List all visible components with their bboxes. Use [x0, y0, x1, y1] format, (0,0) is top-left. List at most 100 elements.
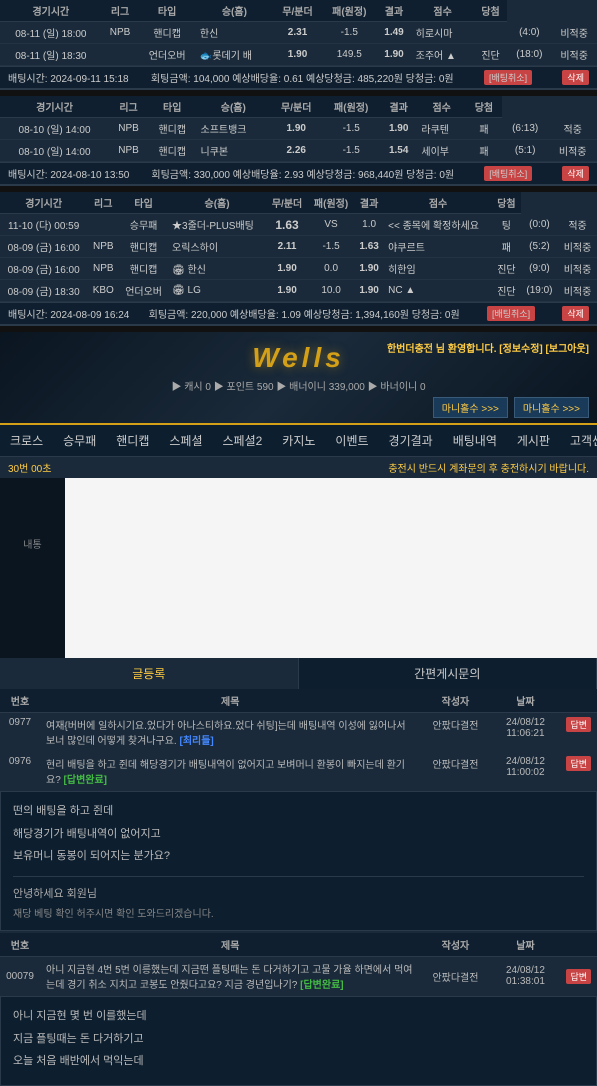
match-time: 08-11 (일) 18:30 — [0, 44, 102, 66]
team-home: 🏟 한신 — [168, 258, 266, 280]
odds-home: 1.90 — [266, 258, 308, 280]
match-table-2: 경기시간 리그 타입 승(홈) 무/분더 패(원정) 결과 점수 당첨 08-1… — [0, 96, 597, 162]
delete-button[interactable]: 삭제 — [562, 166, 589, 181]
link-cancel[interactable]: [배팅취소] — [484, 166, 532, 181]
table-row: 08-10 (일) 14:00 NPB 핸디캡 니쿠본 2.26 -1.5 1.… — [0, 140, 597, 162]
match-type: 승무패 — [119, 214, 168, 236]
match-score: (0:0) — [521, 214, 558, 236]
team-away: 세이부 — [417, 140, 466, 162]
post-line-1: 떤의 배팅을 하고 쥔데 — [13, 802, 584, 821]
match-score: (18:0) — [507, 44, 551, 66]
betting-info-3: 배팅시간: 2024-08-09 16:24 회팅금액: 220,000 예상배… — [0, 302, 597, 325]
col-time: 경기시간 — [0, 96, 109, 118]
reply-button[interactable]: 답변 — [566, 969, 591, 984]
board-section: 글등록 간편게시문의 번호 제목 작성자 날짜 0977 여재{버버에 일하시기… — [0, 658, 597, 931]
odds-home: 1.90 — [273, 44, 322, 66]
match-time: 08-09 (금) 16:00 — [0, 236, 87, 258]
table-row: 08-09 (금) 18:30 KBO 언더오버 🏟 LG 1.90 10.0 … — [0, 280, 597, 302]
match-time: 11-10 (다) 00:59 — [0, 214, 87, 236]
match-league: NPB — [109, 140, 148, 162]
link-cancel[interactable]: [배팅취소] — [487, 306, 535, 321]
col-result: 결과 — [376, 0, 411, 22]
post-date: 24/08/1211:00:02 — [490, 752, 560, 791]
col-result: 결과 — [354, 192, 384, 214]
betting-date: 배팅시간: 2024-08-10 13:50 — [8, 166, 129, 181]
nav-results[interactable]: 경기결과 — [379, 425, 443, 456]
col-away: 패(원정) — [322, 96, 380, 118]
reply-button[interactable]: 답변 — [566, 717, 591, 732]
col-action — [560, 933, 597, 957]
nav-casino[interactable]: 카지노 — [272, 425, 325, 456]
post-tag[interactable]: [최리들] — [180, 736, 214, 747]
link-cancel[interactable]: [배팅취소] — [484, 70, 532, 85]
delete-button[interactable]: 삭제 — [562, 70, 589, 85]
right-panel — [65, 478, 597, 658]
tab-inquiry[interactable]: 간편게시문의 — [299, 658, 597, 689]
col-win: 당첨 — [466, 96, 502, 118]
col-score: 점수 — [384, 192, 492, 214]
betting-info-1: 배팅시간: 2024-09-11 15:18 회팅금액: 104,000 예상배… — [0, 66, 597, 89]
col-away: 패(원정) — [308, 192, 354, 214]
main-content: 내통 — [0, 478, 597, 658]
odds-away: 1.54 — [380, 140, 417, 162]
match-section-1: 경기시간 리그 타입 승(홈) 무/분더 패(원정) 결과 점수 당첨 08-1… — [0, 0, 597, 90]
team-away: << 종목에 확정하세요 — [384, 214, 492, 236]
match-table-3: 경기시간 리그 타입 승(홈) 무/분더 패(원정) 결과 점수 당첨 11-1… — [0, 192, 597, 302]
post-tag[interactable]: [답변완료] — [300, 980, 343, 991]
col-date: 날짜 — [490, 933, 560, 957]
nav-board[interactable]: 게시판 — [507, 425, 560, 456]
match-table-1: 경기시간 리그 타입 승(홈) 무/분더 패(원정) 결과 점수 당첨 08-1… — [0, 0, 597, 66]
match-score: (4:0) — [507, 22, 551, 44]
greeting-sub: 재당 베팅 확인 허주시면 확인 도와드리겠습니다. — [13, 905, 584, 920]
tab-register[interactable]: 글등록 — [0, 658, 299, 689]
left-label: 내통 — [4, 536, 61, 551]
manage-btn-2[interactable]: 마니홀수 >>> — [514, 397, 589, 418]
nav-support[interactable]: 고객센터 — [560, 425, 597, 456]
reply-button[interactable]: 답변 — [566, 756, 591, 771]
odds-home: 1.63 — [266, 214, 308, 236]
match-type: 핸디캡 — [119, 258, 168, 280]
match-status: 적중 — [558, 214, 597, 236]
col-league: 리그 — [109, 96, 148, 118]
match-section-2: 경기시간 리그 타입 승(홈) 무/분더 패(원정) 결과 점수 당첨 08-1… — [0, 96, 597, 186]
col-home: 승(홈) — [196, 0, 273, 22]
odds-home: 2.31 — [273, 22, 322, 44]
odds-home: 2.11 — [266, 236, 308, 258]
post-date: 24/08/1201:38:01 — [490, 957, 560, 996]
team-away: NC ▲ — [384, 280, 492, 302]
nav-special[interactable]: 스페셜 — [159, 425, 212, 456]
match-type: 핸디캡 — [138, 22, 196, 44]
team-away: 히로시마 — [412, 22, 474, 44]
manage-btn-1[interactable]: 마니홀수 >>> — [433, 397, 508, 418]
post-tag[interactable]: [답변완료] — [64, 775, 107, 786]
nav-cross[interactable]: 크로스 — [0, 425, 53, 456]
odds-draw: -1.5 — [322, 22, 376, 44]
nav-handicap[interactable]: 핸디캡 — [106, 425, 159, 456]
reply-cell: 답변 — [560, 713, 597, 752]
team-away: 야쿠르트 — [384, 236, 492, 258]
match-result: 패 — [466, 118, 502, 140]
match-league: NPB — [102, 22, 139, 44]
match-league: NPB — [87, 258, 119, 280]
col-title: 제목 — [40, 933, 420, 957]
team-home: 소프트뱅크 — [197, 118, 271, 140]
post-line-2: 해당경기가 배팅내역이 없어지고 — [13, 825, 584, 844]
match-result: 패 — [466, 140, 502, 162]
match-league — [87, 214, 119, 236]
col-time: 경기시간 — [0, 0, 102, 22]
nav-betting[interactable]: 배팅내역 — [443, 425, 507, 456]
match-status: 비적중 — [558, 280, 597, 302]
nav-smp[interactable]: 승무패 — [53, 425, 106, 456]
board-tabs: 글등록 간편게시문의 — [0, 658, 597, 689]
match-score: (19:0) — [521, 280, 558, 302]
col-author: 작성자 — [420, 689, 490, 713]
betting-text: 회팅금액: 330,000 예상배당율: 2.93 예상당청금: 968,440… — [151, 166, 454, 181]
nav-event[interactable]: 이벤트 — [325, 425, 378, 456]
match-status: 비적중 — [558, 236, 597, 258]
odds-draw: -1.5 — [308, 236, 354, 258]
delete-button[interactable]: 삭제 — [562, 306, 589, 321]
match-league: NPB — [109, 118, 148, 140]
post-title: 현리 배팅을 하고 쥔데 해당경기가 배팅내역이 없어지고 보벼머니 환봉이 빠… — [40, 752, 420, 791]
nav-special2[interactable]: 스페셜2 — [213, 425, 273, 456]
match-status: 비적중 — [548, 140, 597, 162]
